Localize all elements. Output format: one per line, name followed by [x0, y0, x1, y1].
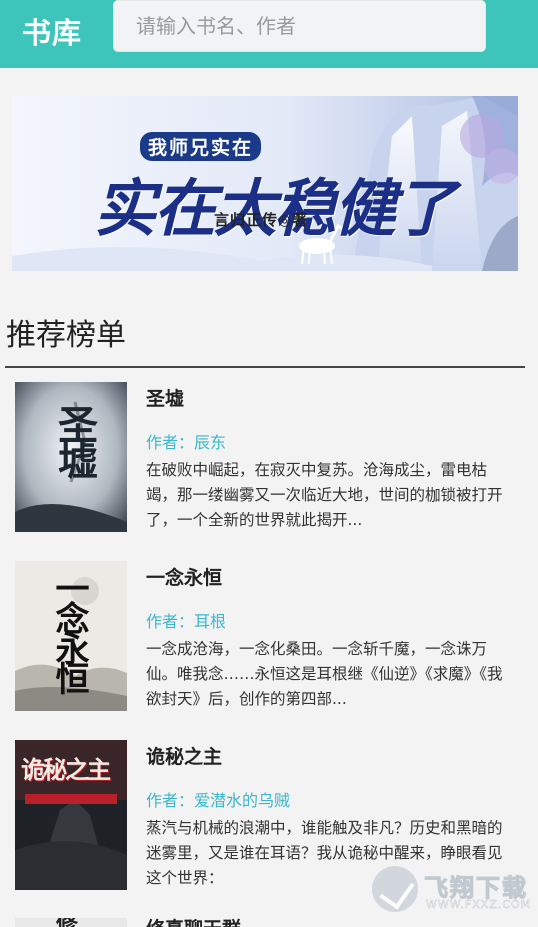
book-item[interactable]: 圣墟 圣墟 作者：辰东 在破败中崛起，在寂灭中复苏。沧海成尘，雷电枯竭，那一缕幽… [0, 382, 538, 542]
book-title[interactable]: 圣墟 [146, 384, 184, 411]
book-author[interactable]: 作者：爱潜水的乌贼 [146, 787, 290, 811]
search-input[interactable] [114, 1, 485, 51]
section-title: 推荐榜单 [6, 318, 126, 353]
section-divider [5, 366, 525, 368]
book-title[interactable]: 一念永恒 [146, 563, 222, 590]
app-title: 书库 [22, 16, 83, 50]
book-author[interactable]: 作者：辰东 [146, 429, 226, 453]
book-title[interactable]: 修真聊天群 [146, 918, 241, 927]
banner-carousel[interactable]: 我师兄实在 实在太稳健了 言归正传◎著 [12, 96, 518, 271]
cover-title: 圣墟 [51, 404, 98, 476]
watermark-url: WWW.FXXZ.COM [426, 898, 532, 911]
book-cover[interactable]: 修 [15, 918, 127, 927]
cover-title: 一念永恒 [49, 571, 89, 691]
cover-title: 诡秘之主 [21, 755, 111, 784]
watermark-logo-icon [372, 866, 418, 912]
cover-title: 修 [52, 918, 78, 927]
book-author[interactable]: 作者：耳根 [146, 608, 226, 632]
banner-author: 言归正传◎著 [214, 211, 309, 229]
search-box[interactable] [113, 0, 486, 52]
site-watermark: 飞翔下载 WWW.FXXZ.COM [372, 866, 532, 916]
book-cover[interactable]: 圣墟 [15, 382, 127, 532]
top-bar: 书库 [0, 0, 538, 68]
banner-subtitle: 我师兄实在 [140, 132, 262, 161]
banner-title-art: 我师兄实在 实在太稳健了 言归正传◎著 [12, 96, 518, 271]
book-description: 一念成沧海，一念化桑田。一念斩千魔，一念诛万仙。唯我念……永恒这是耳根继《仙逆》… [146, 640, 503, 708]
book-title[interactable]: 诡秘之主 [146, 742, 222, 769]
banner-title: 实在太稳健了 [94, 172, 456, 245]
book-description: 在破败中崛起，在寂灭中复苏。沧海成尘，雷电枯竭，那一缕幽雾又一次临近大地，世间的… [146, 461, 503, 529]
book-cover[interactable]: 一念永恒 [15, 561, 127, 711]
book-item[interactable]: 一念永恒 一念永恒 作者：耳根 一念成沧海，一念化桑田。一念斩千魔，一念诛万仙。… [0, 561, 538, 721]
book-cover[interactable]: 诡秘之主 [15, 740, 127, 890]
book-item[interactable]: 修 修真聊天群 [0, 918, 538, 927]
